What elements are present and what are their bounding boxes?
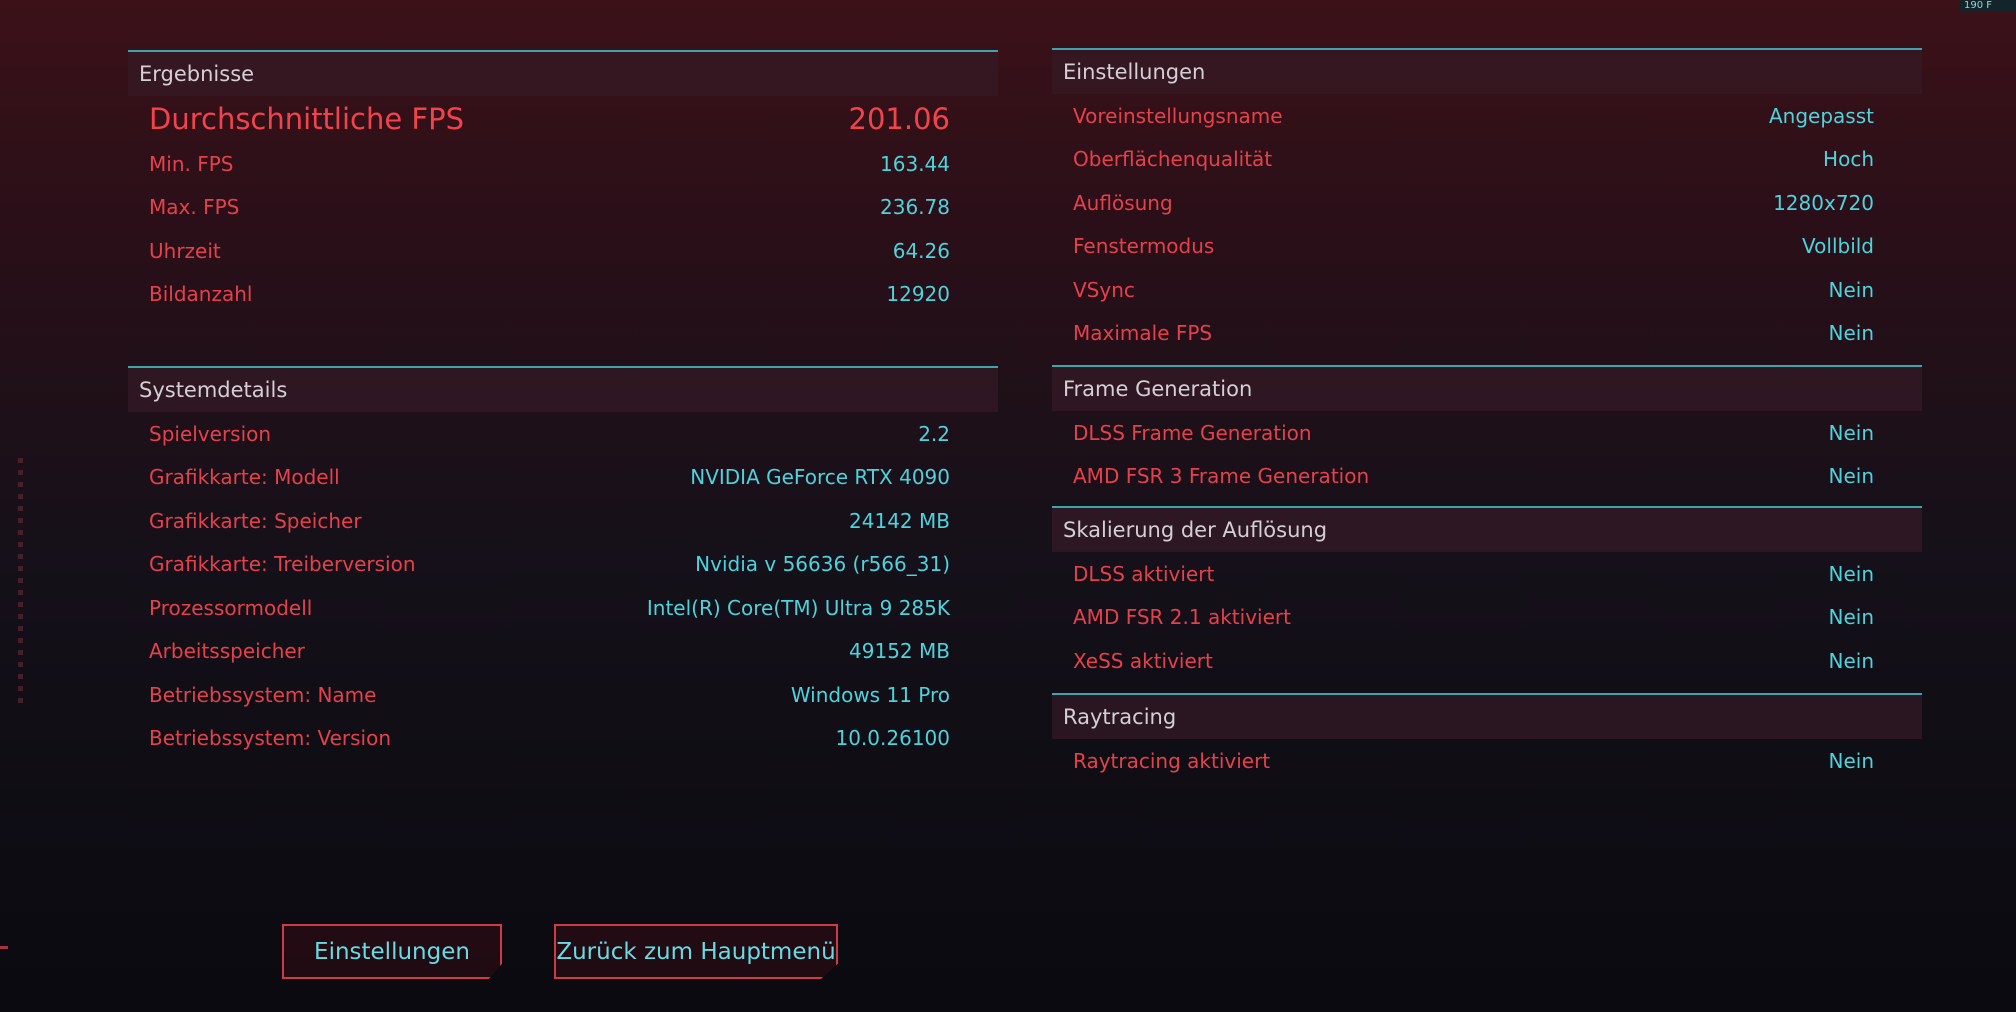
avg-fps-label: Durchschnittliche FPS [149, 102, 465, 136]
raytracing-title: Raytracing [1063, 705, 1177, 729]
framegen-row-fsr3: AMD FSR 3 Frame Generation Nein [1073, 455, 1874, 499]
gpu-memory-value: 24142 MB [849, 508, 950, 533]
system-row-ram: Arbeitsspeicher 49152 MB [149, 630, 950, 674]
result-row-min-fps: Min. FPS 163.44 [149, 142, 950, 186]
preset-label: Voreinstellungsname [1073, 103, 1283, 128]
window-mode-value: Vollbild [1802, 234, 1874, 259]
time-value: 64.26 [892, 238, 950, 263]
resolution-value: 1280x720 [1773, 190, 1874, 215]
system-row-os-name: Betriebssystem: Name Windows 11 Pro [149, 673, 950, 717]
settings-row-texture-quality: Oberflächenqualität Hoch [1073, 138, 1874, 182]
time-label: Uhrzeit [149, 238, 221, 263]
raytracing-row-enabled: Raytracing aktiviert Nein [1073, 739, 1874, 783]
gpu-memory-label: Grafikkarte: Speicher [149, 508, 362, 533]
dlss-enabled-label: DLSS aktiviert [1073, 561, 1215, 586]
frame-generation-title: Frame Generation [1063, 377, 1253, 401]
os-version-label: Betriebssystem: Version [149, 726, 392, 751]
window-mode-label: Fenstermodus [1073, 234, 1215, 259]
preset-value: Angepasst [1769, 103, 1874, 128]
min-fps-value: 163.44 [880, 151, 950, 176]
vsync-label: VSync [1073, 277, 1135, 302]
scaling-row-xess: XeSS aktiviert Nein [1073, 639, 1874, 683]
ram-value: 49152 MB [849, 639, 950, 664]
resolution-scaling-header: Skalierung der Auflösung [1052, 506, 1922, 552]
result-row-time: Uhrzeit 64.26 [149, 229, 950, 273]
os-name-value: Windows 11 Pro [790, 682, 950, 707]
xess-enabled-value: Nein [1828, 648, 1875, 673]
gpu-model-label: Grafikkarte: Modell [149, 465, 340, 490]
edge-decoration [18, 458, 23, 703]
os-name-label: Betriebssystem: Name [149, 682, 377, 707]
frame-count-label: Bildanzahl [149, 282, 253, 307]
system-details-title: Systemdetails [139, 378, 288, 402]
system-row-gpu-driver: Grafikkarte: Treiberversion Nvidia v 566… [149, 543, 950, 587]
system-row-cpu-model: Prozessormodell Intel(R) Core(TM) Ultra … [149, 586, 950, 630]
gpu-driver-label: Grafikkarte: Treiberversion [149, 552, 416, 577]
cpu-model-value: Intel(R) Core(TM) Ultra 9 285K [646, 595, 950, 620]
system-details-header: Systemdetails [128, 366, 998, 412]
resolution-scaling-title: Skalierung der Auflösung [1063, 518, 1328, 542]
result-row-max-fps: Max. FPS 236.78 [149, 186, 950, 230]
dlss-framegen-label: DLSS Frame Generation [1073, 420, 1312, 445]
resolution-label: Auflösung [1073, 190, 1173, 215]
raytracing-header: Raytracing [1052, 693, 1922, 739]
system-row-gpu-model: Grafikkarte: Modell NVIDIA GeForce RTX 4… [149, 456, 950, 500]
raytracing-panel: Raytracing Raytracing aktiviert Nein [1052, 693, 1922, 783]
texture-quality-value: Hoch [1823, 147, 1874, 172]
dlss-enabled-value: Nein [1828, 561, 1875, 586]
scaling-row-fsr21: AMD FSR 2.1 aktiviert Nein [1073, 596, 1874, 640]
xess-enabled-label: XeSS aktiviert [1073, 648, 1213, 673]
settings-title: Einstellungen [1063, 60, 1206, 84]
settings-header: Einstellungen [1052, 48, 1922, 94]
result-row-frame-count: Bildanzahl 12920 [149, 273, 950, 317]
ram-label: Arbeitsspeicher [149, 639, 305, 664]
dlss-framegen-value: Nein [1828, 420, 1875, 445]
fsr3-framegen-label: AMD FSR 3 Frame Generation [1073, 464, 1370, 489]
framegen-row-dlss: DLSS Frame Generation Nein [1073, 411, 1874, 455]
frame-generation-panel: Frame Generation DLSS Frame Generation N… [1052, 365, 1922, 498]
system-details-panel: Systemdetails Spielversion 2.2 Grafikkar… [128, 366, 998, 760]
results-header: Ergebnisse [128, 50, 998, 96]
result-row-avg-fps: Durchschnittliche FPS 201.06 [149, 96, 950, 142]
gpu-model-value: NVIDIA GeForce RTX 4090 [690, 465, 950, 490]
min-fps-label: Min. FPS [149, 151, 234, 176]
max-fps-value: 236.78 [880, 195, 950, 220]
settings-row-max-fps: Maximale FPS Nein [1073, 312, 1874, 356]
fsr3-framegen-value: Nein [1828, 464, 1875, 489]
system-row-game-version: Spielversion 2.2 [149, 412, 950, 456]
game-version-value: 2.2 [918, 421, 950, 446]
edge-marker [0, 946, 8, 949]
cpu-model-label: Prozessormodell [149, 595, 313, 620]
max-fps-label: Max. FPS [149, 195, 240, 220]
max-fps-setting-value: Nein [1828, 321, 1875, 346]
max-fps-setting-label: Maximale FPS [1073, 321, 1213, 346]
system-row-os-version: Betriebssystem: Version 10.0.26100 [149, 717, 950, 761]
raytracing-enabled-label: Raytracing aktiviert [1073, 748, 1271, 773]
settings-row-resolution: Auflösung 1280x720 [1073, 181, 1874, 225]
texture-quality-label: Oberflächenqualität [1073, 147, 1273, 172]
fsr21-enabled-label: AMD FSR 2.1 aktiviert [1073, 605, 1291, 630]
settings-button[interactable]: Einstellungen [282, 924, 502, 979]
results-title: Ergebnisse [139, 62, 255, 86]
game-version-label: Spielversion [149, 421, 272, 446]
frame-generation-header: Frame Generation [1052, 365, 1922, 411]
scaling-row-dlss: DLSS aktiviert Nein [1073, 552, 1874, 596]
gpu-driver-value: Nvidia v 56636 (r566_31) [695, 552, 950, 577]
fps-counter-overlay: 190 F [1960, 0, 2016, 12]
results-panel: Ergebnisse Durchschnittliche FPS 201.06 … [128, 50, 998, 316]
settings-row-vsync: VSync Nein [1073, 268, 1874, 312]
settings-row-window-mode: Fenstermodus Vollbild [1073, 225, 1874, 269]
os-version-value: 10.0.26100 [835, 726, 950, 751]
settings-panel: Einstellungen Voreinstellungsname Angepa… [1052, 48, 1922, 355]
raytracing-enabled-value: Nein [1828, 748, 1875, 773]
avg-fps-value: 201.06 [848, 102, 950, 136]
frame-count-value: 12920 [886, 282, 950, 307]
settings-row-preset: Voreinstellungsname Angepasst [1073, 94, 1874, 138]
fsr21-enabled-value: Nein [1828, 605, 1875, 630]
vsync-value: Nein [1828, 277, 1875, 302]
resolution-scaling-panel: Skalierung der Auflösung DLSS aktiviert … [1052, 506, 1922, 683]
system-row-gpu-memory: Grafikkarte: Speicher 24142 MB [149, 499, 950, 543]
back-to-main-menu-button[interactable]: Zurück zum Hauptmenü [554, 924, 838, 979]
